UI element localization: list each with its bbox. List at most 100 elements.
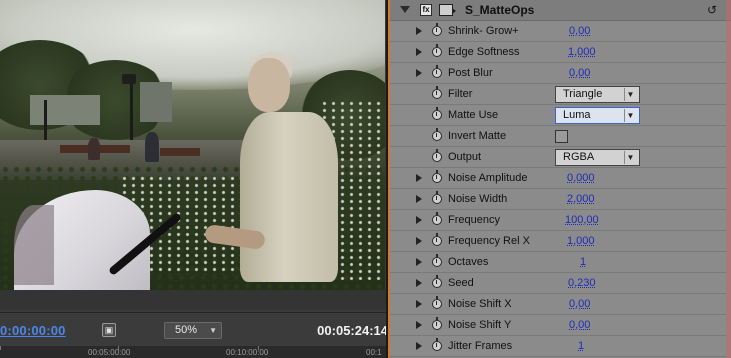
param-value-noise-amplitude[interactable]: 0,000	[567, 172, 595, 184]
param-row-invert-matte: Invert Matte	[390, 126, 726, 147]
chevron-down-icon: ▼	[624, 88, 636, 101]
reset-icon[interactable]: ↺	[707, 3, 717, 17]
param-row-post-blur: Post Blur 0,00	[390, 63, 726, 84]
duration-display: 00:05:24:14	[317, 323, 388, 338]
param-checkbox-invert-matte[interactable]	[555, 130, 568, 143]
magnification-select[interactable]: 50% ▼	[164, 322, 222, 339]
param-label: Frequency Rel X	[448, 235, 530, 247]
stopwatch-icon[interactable]	[432, 107, 442, 120]
twirl-open-icon[interactable]	[400, 6, 410, 13]
stopwatch-icon[interactable]	[432, 338, 442, 351]
chevron-down-icon: ▼	[624, 109, 636, 122]
param-dropdown-filter[interactable]: Triangle ▼	[555, 86, 640, 103]
param-value-frequency[interactable]: 100,00	[565, 214, 599, 226]
frame-woman-body	[240, 112, 338, 282]
param-value-shrink-grow[interactable]: 0,00	[569, 25, 590, 37]
viewer-toolbar: 0:00:00:00 ▣ 50% ▼ 00:05:24:14	[0, 312, 388, 346]
dropdown-value: Triangle	[563, 88, 603, 100]
param-value-seed[interactable]: 0,230	[568, 277, 596, 289]
twirl-closed-icon[interactable]	[416, 258, 422, 266]
param-row-frequency-rel-x: Frequency Rel X 1,000	[390, 231, 726, 252]
stopwatch-icon[interactable]	[432, 191, 442, 204]
twirl-closed-icon[interactable]	[416, 174, 422, 182]
camera-snapshot-icon: ▣	[104, 325, 114, 335]
param-label: Jitter Frames	[448, 340, 513, 352]
param-label: Invert Matte	[448, 130, 507, 142]
stopwatch-icon[interactable]	[432, 170, 442, 183]
video-frame[interactable]	[0, 0, 385, 290]
param-label: Noise Shift X	[448, 298, 512, 310]
frame-lamp	[122, 74, 136, 84]
viewer-pasteboard	[0, 290, 386, 310]
param-value-octaves[interactable]: 1	[580, 256, 586, 268]
frame-building	[30, 95, 100, 125]
panel-edge	[726, 0, 731, 358]
ruler-label: 00:10:00:00	[226, 348, 269, 357]
effect-controls-panel: fx S_MatteOps ↺ Shrink- Grow+ 0,00 Edge So…	[390, 0, 731, 358]
twirl-closed-icon[interactable]	[416, 195, 422, 203]
frame-person	[145, 132, 159, 162]
snapshot-button[interactable]: ▣	[102, 323, 116, 337]
dropdown-value: Luma	[563, 109, 591, 121]
param-dropdown-matte-use[interactable]: Luma ▼	[555, 107, 640, 124]
twirl-closed-icon[interactable]	[416, 279, 422, 287]
parameter-list: Shrink- Grow+ 0,00 Edge Softness 1,000 Post …	[390, 21, 726, 357]
twirl-closed-icon[interactable]	[416, 27, 422, 35]
stopwatch-icon[interactable]	[432, 275, 442, 288]
param-label: Frequency	[448, 214, 500, 226]
param-label: Seed	[448, 277, 474, 289]
param-row-seed: Seed 0,230	[390, 273, 726, 294]
stopwatch-icon[interactable]	[432, 212, 442, 225]
time-ruler[interactable]: 00:05:00:00 00:10:00:00 00:1	[0, 346, 386, 358]
stopwatch-icon[interactable]	[432, 65, 442, 78]
stopwatch-icon[interactable]	[432, 296, 442, 309]
param-row-matte-use: Matte Use Luma ▼	[390, 105, 726, 126]
current-time-display[interactable]: 0:00:00:00	[0, 323, 66, 338]
twirl-closed-icon[interactable]	[416, 216, 422, 224]
param-row-jitter-frames: Jitter Frames 1	[390, 336, 726, 357]
frame-bench	[160, 148, 200, 156]
param-label: Post Blur	[448, 67, 493, 79]
param-row-noise-amplitude: Noise Amplitude 0,000	[390, 168, 726, 189]
twirl-closed-icon[interactable]	[416, 300, 422, 308]
param-value-frequency-rel-x[interactable]: 1,000	[567, 235, 595, 247]
fx-toggle-icon[interactable]: fx	[420, 4, 432, 16]
effect-header[interactable]: fx S_MatteOps ↺	[390, 0, 731, 21]
param-row-noise-shift-y: Noise Shift Y 0,00	[390, 315, 726, 336]
frame-person	[88, 138, 100, 160]
param-label: Noise Shift Y	[448, 319, 512, 331]
param-value-noise-shift-x[interactable]: 0,00	[569, 298, 590, 310]
param-label: Matte Use	[448, 109, 499, 121]
param-value-edge-softness[interactable]: 1,000	[568, 46, 596, 58]
param-dropdown-output[interactable]: RGBA ▼	[555, 149, 640, 166]
param-value-post-blur[interactable]: 0,00	[569, 67, 590, 79]
ruler-label: 00:05:00:00	[88, 348, 131, 357]
chevron-down-icon: ▼	[624, 151, 636, 164]
stopwatch-icon[interactable]	[432, 128, 442, 141]
param-row-output: Output RGBA ▼	[390, 147, 726, 168]
composition-viewer: 0:00:00:00 ▣ 50% ▼ 00:05:24:14 00:05:00:…	[0, 0, 388, 358]
chevron-down-icon: ▼	[209, 326, 217, 335]
ruler-tick	[0, 346, 1, 350]
stopwatch-icon[interactable]	[432, 149, 442, 162]
stopwatch-icon[interactable]	[432, 23, 442, 36]
twirl-closed-icon[interactable]	[416, 342, 422, 350]
twirl-closed-icon[interactable]	[416, 321, 422, 329]
stopwatch-icon[interactable]	[432, 317, 442, 330]
stopwatch-icon[interactable]	[432, 86, 442, 99]
ruler-label: 00:1	[366, 348, 382, 357]
param-value-noise-shift-y[interactable]: 0,00	[569, 319, 590, 331]
stopwatch-icon[interactable]	[432, 233, 442, 246]
param-value-noise-width[interactable]: 2,000	[567, 193, 595, 205]
param-label: Octaves	[448, 256, 489, 268]
stopwatch-icon[interactable]	[432, 44, 442, 57]
preset-icon[interactable]	[439, 4, 456, 16]
param-value-jitter-frames[interactable]: 1	[578, 340, 584, 352]
twirl-closed-icon[interactable]	[416, 69, 422, 77]
twirl-closed-icon[interactable]	[416, 237, 422, 245]
stopwatch-icon[interactable]	[432, 254, 442, 267]
dropdown-value: RGBA	[563, 151, 595, 163]
param-row-frequency: Frequency 100,00	[390, 210, 726, 231]
param-label: Shrink- Grow+	[448, 25, 519, 37]
twirl-closed-icon[interactable]	[416, 48, 422, 56]
